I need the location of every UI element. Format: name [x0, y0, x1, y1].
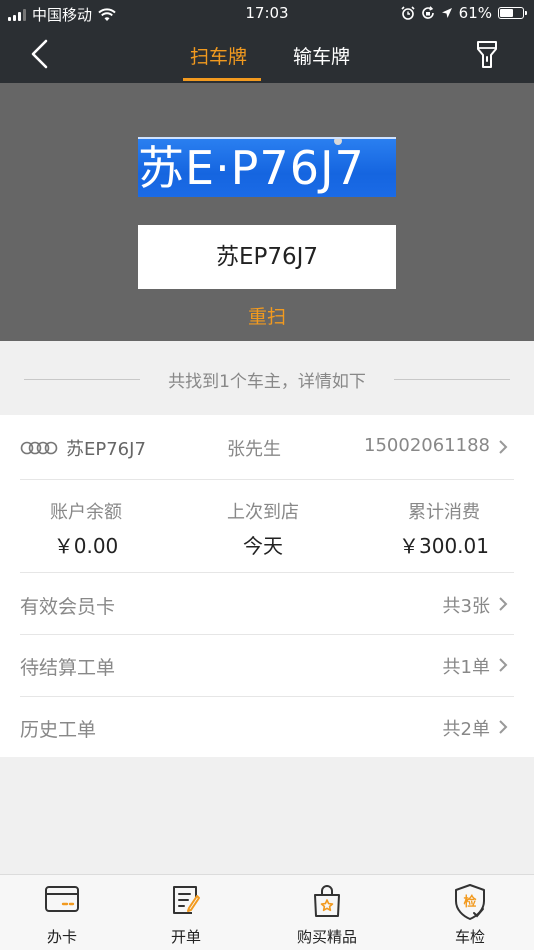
row-count: 共1单 [442, 657, 490, 678]
row-label: 待结算工单 [20, 657, 116, 679]
row-count: 共3张 [442, 596, 490, 617]
stat-label: 账户余额 [50, 502, 122, 523]
rescan-button[interactable]: 重扫 [0, 302, 534, 329]
audi-rings-icon [20, 441, 58, 455]
tab-card[interactable]: 办卡 [2, 875, 122, 950]
svg-text:检: 检 [463, 894, 476, 910]
tab-label: 车检 [454, 928, 485, 946]
tab-input-plate[interactable]: 输车牌 [293, 42, 350, 69]
chevron-right-icon [499, 658, 508, 672]
owner-row[interactable]: 苏EP76J7 张先生 15002061188 [0, 415, 534, 479]
owner-card: 苏EP76J7 张先生 15002061188 账户余额 ￥0.00 上次到店 … [0, 415, 534, 757]
stat-label: 上次到店 [227, 502, 299, 523]
chevron-right-icon [499, 597, 508, 611]
result-summary: 共找到1个车主，详情如下 [0, 341, 534, 415]
owner-plate: 苏EP76J7 [66, 439, 146, 460]
card-icon [45, 886, 79, 912]
flashlight-icon[interactable] [474, 40, 500, 70]
stat-last-visit: 上次到店 今天 [193, 498, 333, 559]
row-member-cards[interactable]: 有效会员卡 共3张 [0, 574, 534, 635]
row-pending-orders[interactable]: 待结算工单 共1单 [0, 635, 534, 696]
chevron-right-icon [499, 440, 508, 454]
tab-inspection[interactable]: 检 车检 [410, 875, 530, 950]
stat-value: 今天 [243, 534, 283, 558]
tab-label: 开单 [170, 928, 201, 946]
tab-open-order[interactable]: 开单 [126, 875, 246, 950]
owner-stats: 账户余额 ￥0.00 上次到店 今天 累计消费 ￥300.01 [0, 480, 534, 572]
location-icon [441, 8, 452, 18]
battery-icon [498, 7, 527, 19]
tab-scan-plate[interactable]: 扫车牌 [190, 42, 247, 69]
owner-name: 张先生 [227, 439, 281, 460]
stat-total-spend: 累计消费 ￥300.01 [374, 498, 514, 559]
active-tab-indicator [183, 78, 261, 81]
shopping-bag-icon [314, 885, 340, 917]
tab-label: 办卡 [46, 928, 77, 946]
tab-buy-products[interactable]: 购买精品 [267, 875, 387, 950]
scan-area: 苏E·P76J7 苏EP76J7 重扫 [0, 83, 534, 341]
row-count: 共2单 [442, 719, 490, 740]
orientation-lock-icon [421, 6, 434, 19]
alarm-icon [401, 6, 415, 20]
battery-percent: 61% [458, 4, 492, 22]
stat-label: 累计消费 [408, 502, 480, 523]
plate-image-text: 苏E·P76J7 [138, 141, 365, 195]
inspection-shield-icon: 检 [455, 884, 485, 920]
owner-phone: 15002061188 [364, 435, 490, 456]
status-bar: 中国移动 17:03 61% [0, 0, 534, 26]
back-button[interactable] [26, 38, 56, 70]
captured-plate-image: 苏E·P76J7 [138, 137, 396, 197]
stat-balance: 账户余额 ￥0.00 [16, 498, 156, 559]
recognized-plate-field[interactable]: 苏EP76J7 [138, 225, 396, 289]
stat-value: ￥0.00 [53, 534, 119, 558]
chevron-right-icon [499, 720, 508, 734]
order-edit-icon [173, 886, 200, 914]
row-label: 有效会员卡 [20, 596, 116, 618]
row-history-orders[interactable]: 历史工单 共2单 [0, 697, 534, 758]
nav-bar: 扫车牌 输车牌 [0, 26, 534, 83]
stat-value: ￥300.01 [399, 534, 489, 558]
row-label: 历史工单 [20, 719, 97, 741]
tab-label: 购买精品 [296, 928, 357, 946]
bottom-tab-bar: 办卡 开单 购买精品 检 车检 [0, 874, 534, 950]
